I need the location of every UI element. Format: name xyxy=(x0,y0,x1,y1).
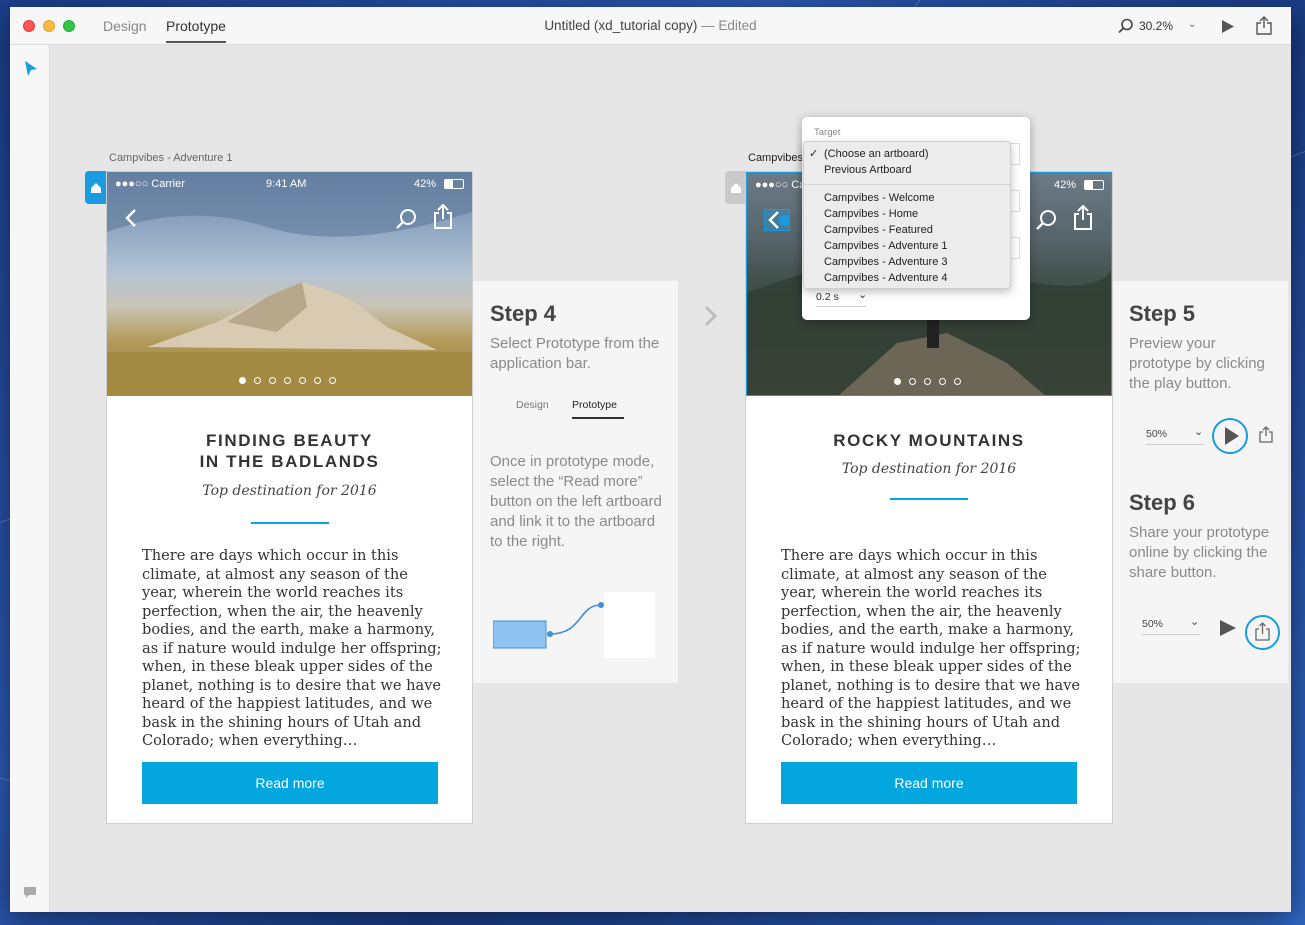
headline-line-2: IN THE BADLANDS xyxy=(199,452,380,471)
artboard-label[interactable]: Campvibes - Adventure 1 xyxy=(109,152,233,164)
share-icon xyxy=(1245,615,1280,650)
chevron-down-icon: ⌄ xyxy=(1190,616,1200,628)
artboard-adventure-1[interactable]: ●●●○○ Carrier 9:41 AM 42% FINDING BEAUTY… xyxy=(106,171,473,824)
chevron-down-icon: ⌄ xyxy=(1194,426,1204,438)
play-icon xyxy=(1219,618,1237,643)
step-4-instructions: Once in prototype mode, select the “Read… xyxy=(490,453,662,550)
battery-text: 42% xyxy=(414,178,437,190)
mini-zoom-select: 50% ⌄ xyxy=(1146,426,1204,445)
article-headline: FINDING BEAUTY IN THE BADLANDS xyxy=(107,430,472,472)
hero-image-badlands: ●●●○○ Carrier 9:41 AM 42% xyxy=(107,172,472,396)
article-headline: ROCKY MOUNTAINS xyxy=(833,431,1025,450)
step-4-title: Step 4 xyxy=(490,301,557,326)
menu-item-choose-artboard[interactable]: ✓ (Choose an artboard) xyxy=(804,146,1010,162)
app-window: Design Prototype Untitled (xd_tutorial c… xyxy=(10,7,1291,912)
mini-tab-prototype: Prototype xyxy=(572,399,624,419)
artboard-label[interactable]: Campvibes xyxy=(748,152,803,164)
step-5-title: Step 5 xyxy=(1129,301,1196,326)
target-artboard-menu[interactable]: ✓ (Choose an artboard) Previous Artboard… xyxy=(803,141,1011,289)
article-subhead: Top destination for 2016 xyxy=(202,483,377,499)
menu-item-home[interactable]: Campvibes - Home xyxy=(804,206,1010,222)
zoom-level[interactable]: 30.2% xyxy=(1139,19,1173,33)
menu-item-featured[interactable]: Campvibes - Featured xyxy=(804,222,1010,238)
article-body: There are days which occur in this clima… xyxy=(142,547,442,749)
popover-target-label: Target xyxy=(814,127,841,138)
accent-divider xyxy=(890,498,968,500)
play-icon xyxy=(1212,418,1248,454)
mini-zoom-select: 50% ⌄ xyxy=(1142,616,1200,635)
status-bar: ●●●○○ Carrier 9:41 AM 42% xyxy=(107,172,472,196)
share-icon[interactable] xyxy=(1073,204,1093,236)
article-body: There are days which occur in this clima… xyxy=(781,547,1081,749)
article-subhead: Top destination for 2016 xyxy=(841,461,1017,477)
steps-5-6-card: Step 5 Preview your prototype by clickin… xyxy=(1113,281,1288,683)
battery-icon xyxy=(1084,180,1104,190)
share-icon[interactable] xyxy=(1255,16,1273,41)
step-6-title: Step 6 xyxy=(1129,490,1196,515)
menu-item-previous-artboard[interactable]: Previous Artboard xyxy=(804,162,1010,178)
home-artboard-marker[interactable] xyxy=(725,171,747,204)
play-icon[interactable] xyxy=(1221,19,1235,39)
comment-icon[interactable] xyxy=(23,885,37,903)
mini-zoom-value: 50% xyxy=(1146,428,1168,440)
menu-item-welcome[interactable]: Campvibes - Welcome xyxy=(804,190,1010,206)
battery-icon xyxy=(444,179,464,189)
duration-value: 0.2 s xyxy=(816,291,839,303)
select-tool-icon[interactable] xyxy=(24,60,38,83)
carousel-dots[interactable] xyxy=(890,372,965,390)
back-chevron-icon[interactable] xyxy=(764,209,790,231)
carrier-text: ●●●○○ Ca xyxy=(755,179,806,191)
step-4-card: Step 4 Select Prototype from the applica… xyxy=(473,281,678,683)
document-status: — Edited xyxy=(701,18,757,33)
step-4-description: Select Prototype from the application ba… xyxy=(490,335,660,372)
menu-item-adventure-3[interactable]: Campvibes - Adventure 3 xyxy=(804,254,1010,270)
share-icon xyxy=(1258,426,1274,449)
back-chevron-icon[interactable] xyxy=(125,208,137,233)
check-icon: ✓ xyxy=(809,148,819,160)
headline-line-1: FINDING BEAUTY xyxy=(206,431,373,450)
step-5-description: Preview your prototype by clicking the p… xyxy=(1129,335,1265,392)
carrier-text: ●●●○○ Carrier xyxy=(115,178,185,190)
mini-zoom-value: 50% xyxy=(1142,618,1164,630)
share-icon[interactable] xyxy=(433,203,453,235)
step-6-description: Share your prototype online by clicking … xyxy=(1129,524,1270,581)
search-icon[interactable] xyxy=(395,208,417,235)
document-name: Untitled (xd_tutorial copy) xyxy=(544,18,698,33)
mini-tab-design: Design xyxy=(516,399,549,411)
search-icon[interactable] xyxy=(1118,18,1134,34)
battery-text: 42% xyxy=(1054,179,1077,191)
carousel-dots[interactable] xyxy=(235,371,340,389)
chevron-down-icon: ⌄ xyxy=(858,289,868,301)
menu-separator xyxy=(804,184,1010,185)
tool-sidebar xyxy=(10,45,50,912)
menu-item-adventure-4[interactable]: Campvibes - Adventure 4 xyxy=(804,270,1010,286)
menu-item-adventure-1[interactable]: Campvibes - Adventure 1 xyxy=(804,238,1010,254)
link-wire-illustration xyxy=(492,589,658,666)
zoom-dropdown-chevron-icon[interactable]: ⌄ xyxy=(1188,19,1196,30)
accent-divider xyxy=(251,522,329,524)
chevron-right-icon xyxy=(703,305,719,332)
home-artboard-marker[interactable] xyxy=(85,171,107,204)
title-bar: Design Prototype Untitled (xd_tutorial c… xyxy=(10,7,1291,45)
menu-item-label: (Choose an artboard) xyxy=(824,148,929,160)
time-text: 9:41 AM xyxy=(266,178,307,190)
read-more-button[interactable]: Read more xyxy=(781,762,1077,804)
read-more-button[interactable]: Read more xyxy=(142,762,438,804)
popover-duration-select[interactable]: 0.2 s ⌄ xyxy=(816,289,868,307)
search-icon[interactable] xyxy=(1035,209,1057,236)
document-title: Untitled (xd_tutorial copy) — Edited xyxy=(10,18,1291,33)
